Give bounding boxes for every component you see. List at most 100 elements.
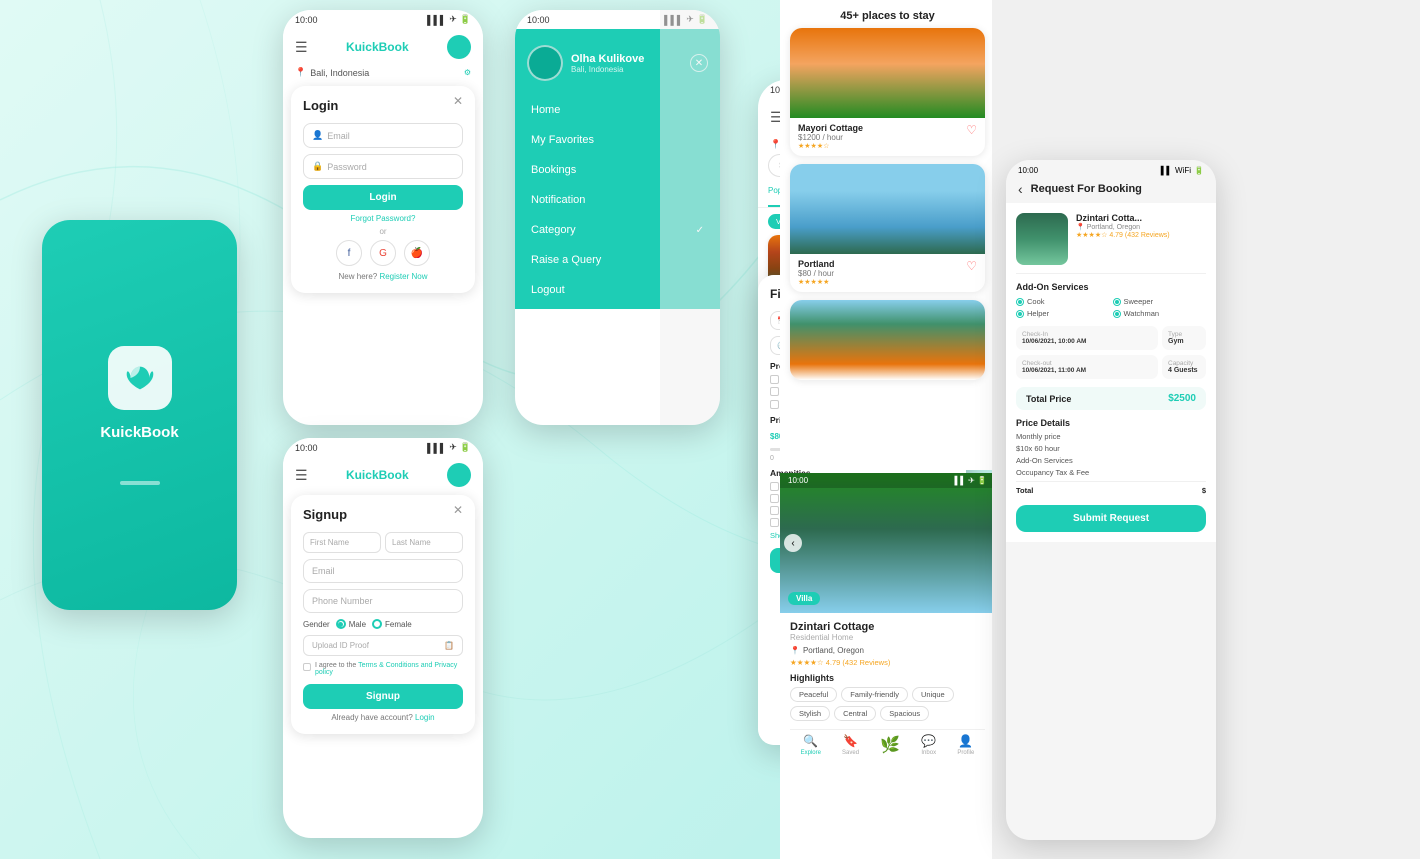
brand-name-signup: KuickBook bbox=[346, 468, 409, 482]
checkout-box: Check-out 10/06/2021, 11:00 AM bbox=[1016, 355, 1158, 379]
forgot-password-link[interactable]: Forgot Password? bbox=[303, 214, 463, 223]
addon-cook[interactable]: Cook bbox=[1016, 297, 1110, 306]
google-login-button[interactable]: G bbox=[370, 240, 396, 266]
checkin-type-row: Check-In 10/06/2021, 10:00 AM Type Gym bbox=[1016, 326, 1206, 350]
highlight-stylish: Stylish bbox=[790, 706, 830, 721]
checkout-value: 10/06/2021, 11:00 AM bbox=[1022, 367, 1152, 374]
panel-places: 45+ places to stay Mayori Cottage $1200 … bbox=[780, 0, 995, 470]
list-info-portland: Portland $80 / hour ★★★★★ ♡ bbox=[790, 254, 985, 292]
facebook-login-button[interactable]: f bbox=[336, 240, 362, 266]
list-item-portland[interactable]: Portland $80 / hour ★★★★★ ♡ bbox=[790, 164, 985, 292]
signup-phone-header: ☰ KuickBook bbox=[283, 457, 483, 491]
detail-rating: ★★★★☆ 4.79 (432 Reviews) bbox=[790, 658, 985, 667]
booking-back-button[interactable]: ‹ bbox=[1018, 181, 1023, 197]
login-modal: Login ✕ 👤 Email 🔒 Password Login Forgot … bbox=[291, 86, 475, 293]
password-field[interactable]: 🔒 Password bbox=[303, 154, 463, 179]
booking-property-header: Dzintari Cotta... 📍 Portland, Oregon ★★★… bbox=[1016, 213, 1206, 274]
highlight-unique: Unique bbox=[912, 687, 954, 702]
avatar-login bbox=[447, 35, 471, 59]
social-login-row: f G 🍎 bbox=[303, 240, 463, 266]
addon-sweeper[interactable]: Sweeper bbox=[1113, 297, 1207, 306]
booking-prop-name: Dzintari Cotta... bbox=[1076, 213, 1170, 223]
price-line-total: Total $ bbox=[1016, 481, 1206, 495]
first-name-field[interactable]: First Name bbox=[303, 532, 381, 553]
name-row: First Name Last Name bbox=[303, 532, 463, 553]
list-item-mayori[interactable]: Mayori Cottage $1200 / hour ★★★★☆ ♡ bbox=[790, 28, 985, 156]
apple-login-button[interactable]: 🍎 bbox=[404, 240, 430, 266]
email-field[interactable]: 👤 Email bbox=[303, 123, 463, 148]
or-divider: or bbox=[303, 227, 463, 236]
menu-user-info: Olha Kulikove Bali, Indonesia bbox=[571, 53, 644, 74]
lock-icon: 🔒 bbox=[312, 161, 323, 172]
booking-screen-title: Request For Booking bbox=[1031, 183, 1142, 195]
detail-prev-arrow[interactable]: ‹ bbox=[784, 534, 802, 552]
booking-prop-rating: ★★★★☆ 4.79 (432 Reviews) bbox=[1076, 231, 1170, 239]
login-status-bar: 10:00 ▌▌▌ ✈ 🔋 bbox=[283, 10, 483, 29]
phone-signup: 10:00 ▌▌▌ ✈ 🔋 ☰ KuickBook Signup ✕ First… bbox=[283, 438, 483, 838]
menu-user-location: Bali, Indonesia bbox=[571, 65, 644, 74]
status-icons: ▌▌▌ ✈ 🔋 bbox=[427, 14, 471, 25]
price-line-addon: Add-On Services bbox=[1016, 456, 1206, 465]
hamburger-icon-signup[interactable]: ☰ bbox=[295, 467, 308, 484]
addon-helper-radio[interactable] bbox=[1016, 310, 1024, 318]
signup-close-button[interactable]: ✕ bbox=[453, 503, 463, 517]
property-type-badge: Villa bbox=[788, 592, 820, 605]
phone-field[interactable]: Phone Number bbox=[303, 589, 463, 613]
signup-button[interactable]: Signup bbox=[303, 684, 463, 709]
highlights-row: Peaceful Family-friendly Unique Stylish … bbox=[790, 687, 985, 721]
monthly-checkbox[interactable] bbox=[770, 400, 779, 409]
hamburger-icon[interactable]: ☰ bbox=[295, 39, 308, 56]
price-line-tax: Occupancy Tax & Fee bbox=[1016, 468, 1206, 477]
detail-bottom-nav: 🔍 Explore 🔖 Saved 🌿 💬 Inbox 👤 Profile bbox=[790, 729, 985, 760]
booking-prop-thumbnail bbox=[1016, 213, 1068, 265]
detail-status-bar: 10:00 ▌▌ ✈ 🔋 bbox=[780, 473, 995, 488]
addon-watchman[interactable]: Watchman bbox=[1113, 309, 1207, 318]
booking-phone: 10:00 ▌▌ WiFi 🔋 ‹ Request For Booking Dz… bbox=[1006, 160, 1216, 840]
list-img-mayori bbox=[790, 28, 985, 118]
inbox-icon-detail: 💬 bbox=[921, 734, 936, 748]
menu-bg-blur bbox=[660, 10, 720, 425]
signup-modal: Signup ✕ First Name Last Name Email Phon… bbox=[291, 495, 475, 734]
signup-email-field[interactable]: Email bbox=[303, 559, 463, 583]
booking-header: ‹ Request For Booking bbox=[1006, 177, 1216, 203]
detail-nav-profile[interactable]: 👤 Profile bbox=[957, 734, 974, 756]
register-link[interactable]: Register Now bbox=[379, 272, 427, 281]
capacity-value: 4 Guests bbox=[1168, 367, 1200, 374]
male-radio-dot bbox=[336, 619, 346, 629]
login-close-button[interactable]: ✕ bbox=[453, 94, 463, 108]
checkin-label: Check-In bbox=[1022, 331, 1152, 338]
avatar-signup bbox=[447, 463, 471, 487]
email-icon: 👤 bbox=[312, 130, 323, 141]
detail-nav-trip[interactable]: 🌿 bbox=[880, 735, 900, 755]
price-line-monthly: Monthly price bbox=[1016, 432, 1206, 441]
splash-logo bbox=[108, 346, 172, 410]
female-radio[interactable]: Female bbox=[372, 619, 412, 629]
detail-nav-explore[interactable]: 🔍 Explore bbox=[801, 734, 821, 756]
heart-icon-mayori[interactable]: ♡ bbox=[966, 123, 977, 137]
addon-cook-radio[interactable] bbox=[1016, 298, 1024, 306]
upload-id-field[interactable]: Upload ID Proof 📋 bbox=[303, 635, 463, 656]
type-value: Gym bbox=[1168, 338, 1200, 345]
heart-icon-portland[interactable]: ♡ bbox=[966, 259, 977, 273]
submit-request-button[interactable]: Submit Request bbox=[1016, 505, 1206, 532]
detail-nav-saved[interactable]: 🔖 Saved bbox=[842, 734, 859, 756]
addon-helper[interactable]: Helper bbox=[1016, 309, 1110, 318]
login-button[interactable]: Login bbox=[303, 185, 463, 210]
already-account-text: Already have account? Login bbox=[303, 713, 463, 722]
terms-checkbox[interactable] bbox=[303, 663, 311, 671]
detail-nav-inbox[interactable]: 💬 Inbox bbox=[921, 734, 936, 756]
addon-sweeper-radio[interactable] bbox=[1113, 298, 1121, 306]
detail-info: Dzintari Cottage Residential Home 📍 Port… bbox=[780, 613, 995, 768]
residential-checkbox[interactable] bbox=[770, 375, 779, 384]
login-phone-header: ☰ KuickBook bbox=[283, 29, 483, 63]
female-radio-dot bbox=[372, 619, 382, 629]
addon-watchman-radio[interactable] bbox=[1113, 310, 1121, 318]
male-radio[interactable]: Male bbox=[336, 619, 366, 629]
login-link-signup[interactable]: Login bbox=[415, 713, 435, 722]
villa-checkbox[interactable] bbox=[770, 387, 779, 396]
price-line-hourly: $10x 60 hour bbox=[1016, 444, 1206, 453]
addon-services-label: Add-On Services bbox=[1016, 282, 1206, 292]
list-item-bungalow[interactable] bbox=[790, 300, 985, 380]
login-title: Login bbox=[303, 98, 338, 113]
last-name-field[interactable]: Last Name bbox=[385, 532, 463, 553]
